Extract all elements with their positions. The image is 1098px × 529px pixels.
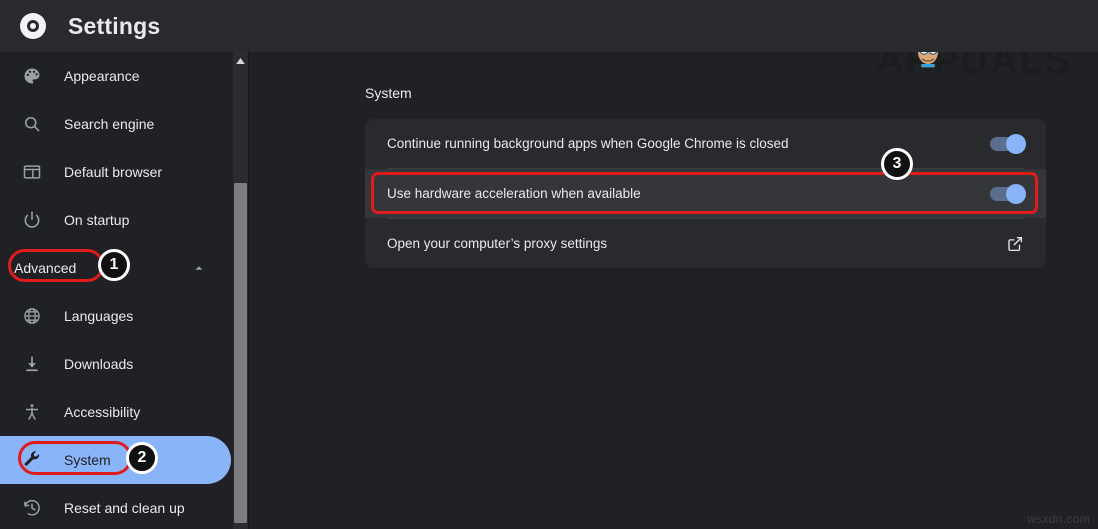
main-content: System Continue running background apps … <box>249 52 1098 529</box>
sidebar-item-label: Downloads <box>64 356 133 372</box>
sidebar-item-default-browser[interactable]: Default browser <box>0 148 232 196</box>
sidebar-item-downloads[interactable]: Downloads <box>0 340 232 388</box>
sidebar-item-label: Reset and clean up <box>64 500 185 516</box>
system-settings-card: Continue running background apps when Go… <box>365 119 1046 268</box>
hardware-acceleration-row[interactable]: Use hardware acceleration when available <box>365 169 1046 218</box>
background-apps-toggle[interactable] <box>990 137 1024 151</box>
setting-label: Open your computer’s proxy settings <box>387 236 1006 251</box>
external-link-icon[interactable] <box>1006 235 1024 253</box>
sidebar-item-label: On startup <box>64 212 129 228</box>
toggle-knob <box>1006 134 1026 154</box>
sidebar-item-accessibility[interactable]: Accessibility <box>0 388 232 436</box>
chrome-logo-icon <box>20 13 46 39</box>
browser-window-icon <box>22 162 42 182</box>
accessibility-icon <box>22 402 42 422</box>
scroll-up-arrow-icon[interactable] <box>233 54 248 68</box>
sidebar-scrollbar[interactable] <box>233 52 248 529</box>
sidebar-item-on-startup[interactable]: On startup <box>0 196 232 244</box>
sidebar-item-label: Accessibility <box>64 404 140 420</box>
advanced-section-toggle[interactable]: Advanced <box>0 244 232 292</box>
chevron-up-icon[interactable] <box>192 261 206 275</box>
app-header: Settings <box>0 0 1098 52</box>
sidebar-divider <box>248 52 249 529</box>
proxy-settings-row[interactable]: Open your computer’s proxy settings <box>365 219 1046 268</box>
wrench-icon <box>22 450 42 470</box>
history-icon <box>22 498 42 518</box>
section-title: System <box>365 85 412 101</box>
setting-label: Continue running background apps when Go… <box>387 136 990 151</box>
hardware-acceleration-toggle[interactable] <box>990 187 1024 201</box>
sidebar-item-label: Default browser <box>64 164 162 180</box>
page-title: Settings <box>68 13 160 40</box>
palette-icon <box>22 66 42 86</box>
sidebar-item-label: Search engine <box>64 116 154 132</box>
power-icon <box>22 210 42 230</box>
sidebar-item-appearance[interactable]: Appearance <box>0 52 232 100</box>
download-icon <box>22 354 42 374</box>
sidebar-item-label: Languages <box>64 308 133 324</box>
sidebar-item-label: Appearance <box>64 68 140 84</box>
sidebar-item-reset-and-clean-up[interactable]: Reset and clean up <box>0 484 232 529</box>
sidebar-item-system[interactable]: System <box>0 436 231 484</box>
setting-label: Use hardware acceleration when available <box>387 186 990 201</box>
sidebar-item-languages[interactable]: Languages <box>0 292 232 340</box>
background-apps-row[interactable]: Continue running background apps when Go… <box>365 119 1046 168</box>
sidebar-item-label: System <box>64 452 111 468</box>
search-icon <box>22 114 42 134</box>
globe-icon <box>22 306 42 326</box>
advanced-label: Advanced <box>14 260 76 276</box>
toggle-knob <box>1006 184 1026 204</box>
settings-sidebar: Appearance Search engine Default browser… <box>0 52 232 529</box>
sidebar-item-search-engine[interactable]: Search engine <box>0 100 232 148</box>
site-watermark: wsxdn.com <box>1027 512 1090 526</box>
scrollbar-thumb[interactable] <box>234 183 247 523</box>
